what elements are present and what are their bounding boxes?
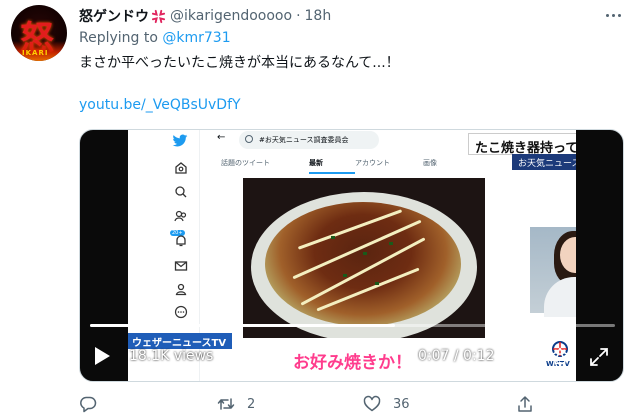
video-banner-sub: お天気ニュース調査委員会 [512,154,576,170]
reply-icon [80,396,97,413]
display-name[interactable]: 怒ゲンドウ [79,6,149,26]
like-icon [363,395,381,412]
okonomiyaki-photo [243,178,485,338]
like-button[interactable]: 36 [363,395,410,413]
reply-button[interactable] [79,395,109,413]
profile-icon [175,283,187,296]
more-options-icon [174,305,188,319]
search-field: #お天気ニュース調査委員会 [239,131,379,149]
nori-flake [343,274,347,277]
video-progress-fill [90,324,395,327]
more-icon[interactable] [603,6,623,24]
video-controls: 18.1K views 0:07 / 0:12 [80,330,623,381]
mail-icon [174,261,188,271]
avatar-small-text: IKARI [22,49,49,57]
tweet-time[interactable]: 18h [305,8,332,24]
retweet-button[interactable]: 2 [217,395,255,413]
tab-top: 話題のツイート [221,159,270,167]
separator-dot: · [296,8,301,24]
retweet-icon [217,398,235,410]
volume-icon[interactable] [509,349,531,367]
avatar[interactable]: 怒 IKARI [11,5,67,61]
tab-images: 画像 [423,159,437,167]
share-button[interactable] [516,395,534,413]
home-icon [175,162,187,174]
tab-latest: 最新 [309,158,355,174]
search-query: #お天気ニュース調査委員会 [259,136,349,144]
bell-icon [176,235,186,247]
explore-icon [175,186,187,198]
search-tabs: 話題のツイート 最新 アカウント 画像 [221,158,463,174]
search-icon [245,135,253,143]
settings-icon[interactable] [550,347,570,367]
bird-icon [172,134,188,147]
communities-icon [174,210,187,222]
presenter-inset [530,227,576,317]
tweet-text: まさか平べったいたこ焼きが本当にあるなんて...！ [79,55,400,71]
replying-to-link[interactable]: @kmr731 [162,30,230,46]
video-player[interactable]: 20+ ← #お天気ニュース調査委員会 話題のツイート 最新 アカウント 画像 [79,129,624,382]
presenter-body [544,277,576,317]
anger-emoji-icon [151,9,166,23]
tweet-link[interactable]: youtu.be/_VeQBsUvDfY [79,97,241,113]
tweet-header: 怒ゲンドウ @ikarigendooooo · 18h [79,6,331,26]
play-icon[interactable] [95,347,110,365]
fullscreen-icon[interactable] [588,346,610,368]
share-icon [518,396,532,412]
okonomiyaki [265,202,461,326]
nori-flake [389,242,393,245]
nori-flake [375,282,379,285]
replying-prefix: Replying to [79,30,158,46]
replying-to: Replying to @kmr731 [79,30,231,46]
tab-accounts: アカウント [355,159,390,167]
back-arrow-icon: ← [217,132,226,143]
video-progress-bar[interactable] [90,324,615,327]
nori-flake [363,252,367,255]
view-count: 18.1K views [129,348,214,364]
nori-flake [331,236,335,239]
tweet-actions: 2 36 [0,395,640,417]
like-count: 36 [393,396,410,412]
video-banner-title: たこ焼き器持ってますか？ [468,133,576,156]
retweet-count: 2 [247,396,256,412]
user-handle[interactable]: @ikarigendooooo [170,8,292,24]
time-display: 0:07 / 0:12 [418,348,495,364]
